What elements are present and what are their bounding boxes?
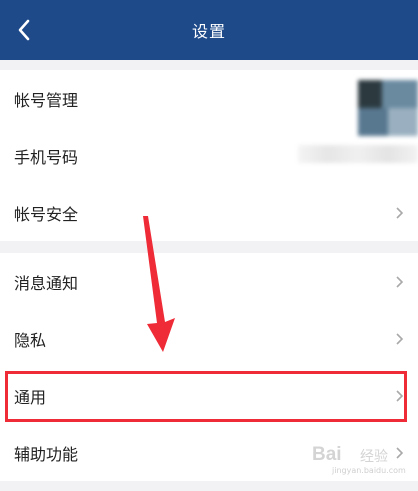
settings-item-accessibility[interactable]: 辅助功能 bbox=[0, 424, 418, 481]
phone-number-value bbox=[298, 145, 418, 163]
settings-item-label: 隐私 bbox=[14, 330, 47, 350]
settings-item-label: 帐号安全 bbox=[14, 204, 79, 224]
chevron-right-icon bbox=[396, 332, 404, 345]
chevron-right-icon bbox=[396, 275, 404, 288]
chevron-left-icon bbox=[18, 19, 30, 41]
settings-group-account: 帐号管理 手机号码 帐号安全 bbox=[0, 70, 418, 241]
top-bar: 设置 bbox=[0, 0, 418, 60]
chevron-right-icon bbox=[396, 206, 404, 219]
settings-item-label: 消息通知 bbox=[14, 273, 79, 293]
settings-item-general[interactable]: 通用 bbox=[0, 367, 418, 424]
settings-group-general: 消息通知 隐私 通用 辅助功能 bbox=[0, 253, 418, 481]
settings-item-label: 辅助功能 bbox=[14, 444, 79, 464]
settings-item-label: 手机号码 bbox=[14, 147, 79, 167]
back-button[interactable] bbox=[10, 14, 38, 46]
page-title: 设置 bbox=[191, 22, 226, 41]
settings-item-account-management[interactable]: 帐号管理 bbox=[0, 70, 418, 136]
chevron-right-icon bbox=[396, 389, 404, 402]
settings-item-privacy[interactable]: 隐私 bbox=[0, 310, 418, 367]
settings-item-account-security[interactable]: 帐号安全 bbox=[0, 184, 418, 241]
settings-item-phone-number[interactable]: 手机号码 bbox=[0, 127, 418, 184]
settings-item-label: 帐号管理 bbox=[14, 90, 79, 110]
settings-item-notifications[interactable]: 消息通知 bbox=[0, 253, 418, 310]
chevron-right-icon bbox=[396, 446, 404, 459]
settings-item-label: 通用 bbox=[14, 387, 47, 407]
